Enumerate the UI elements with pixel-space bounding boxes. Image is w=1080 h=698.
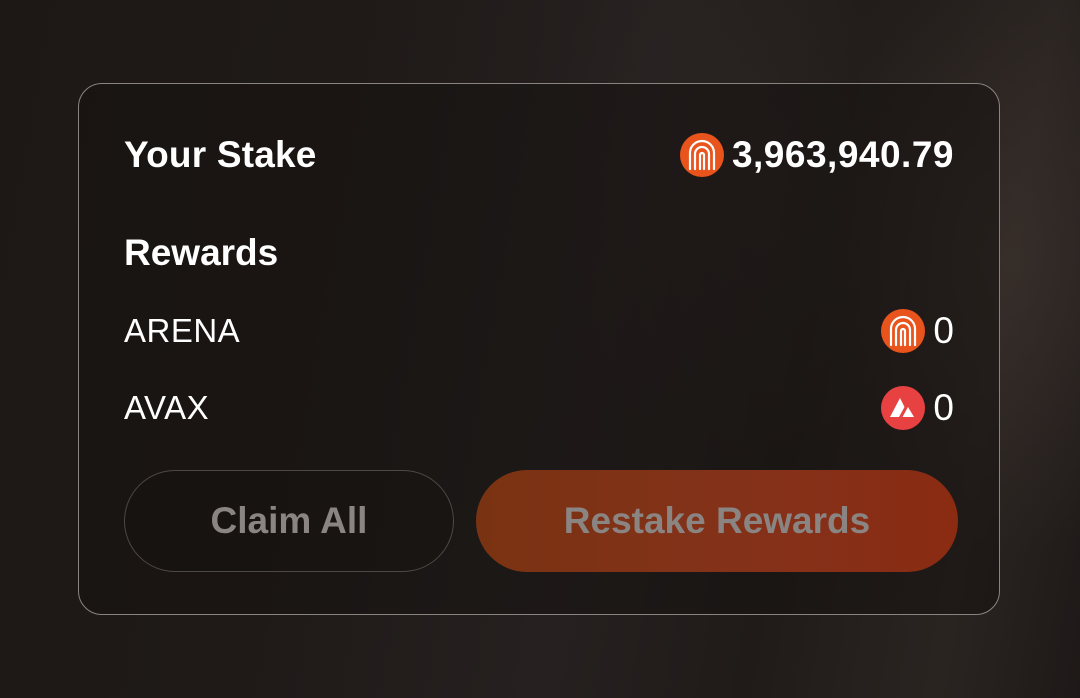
stake-row: Your Stake 3,963,940.79 [124,132,954,178]
restake-rewards-button[interactable]: Restake Rewards [476,470,958,572]
reward-row-avax: AVAX 0 [124,386,954,430]
arena-token-icon [679,133,724,177]
stake-amount: 3,963,940.79 [679,133,954,177]
stake-value: 3,963,940.79 [731,134,954,175]
reward-label-avax: AVAX [124,389,210,426]
avax-token-icon [881,386,926,430]
reward-label-arena: ARENA [124,312,241,349]
action-buttons: Claim All Restake Rewards [124,470,958,572]
reward-value-avax: 0 [933,387,954,428]
reward-value-arena: 0 [933,310,954,351]
reward-amount-arena: 0 [881,309,954,353]
reward-row-arena: ARENA 0 [124,309,954,353]
rewards-heading: Rewards [124,232,279,273]
reward-amount-avax: 0 [881,386,954,430]
claim-all-button[interactable]: Claim All [124,470,454,572]
stake-label: Your Stake [124,134,317,175]
stake-card: Your Stake 3,963,940.79 Rewards ARENA 0 … [78,83,1000,615]
arena-token-icon [881,309,926,353]
